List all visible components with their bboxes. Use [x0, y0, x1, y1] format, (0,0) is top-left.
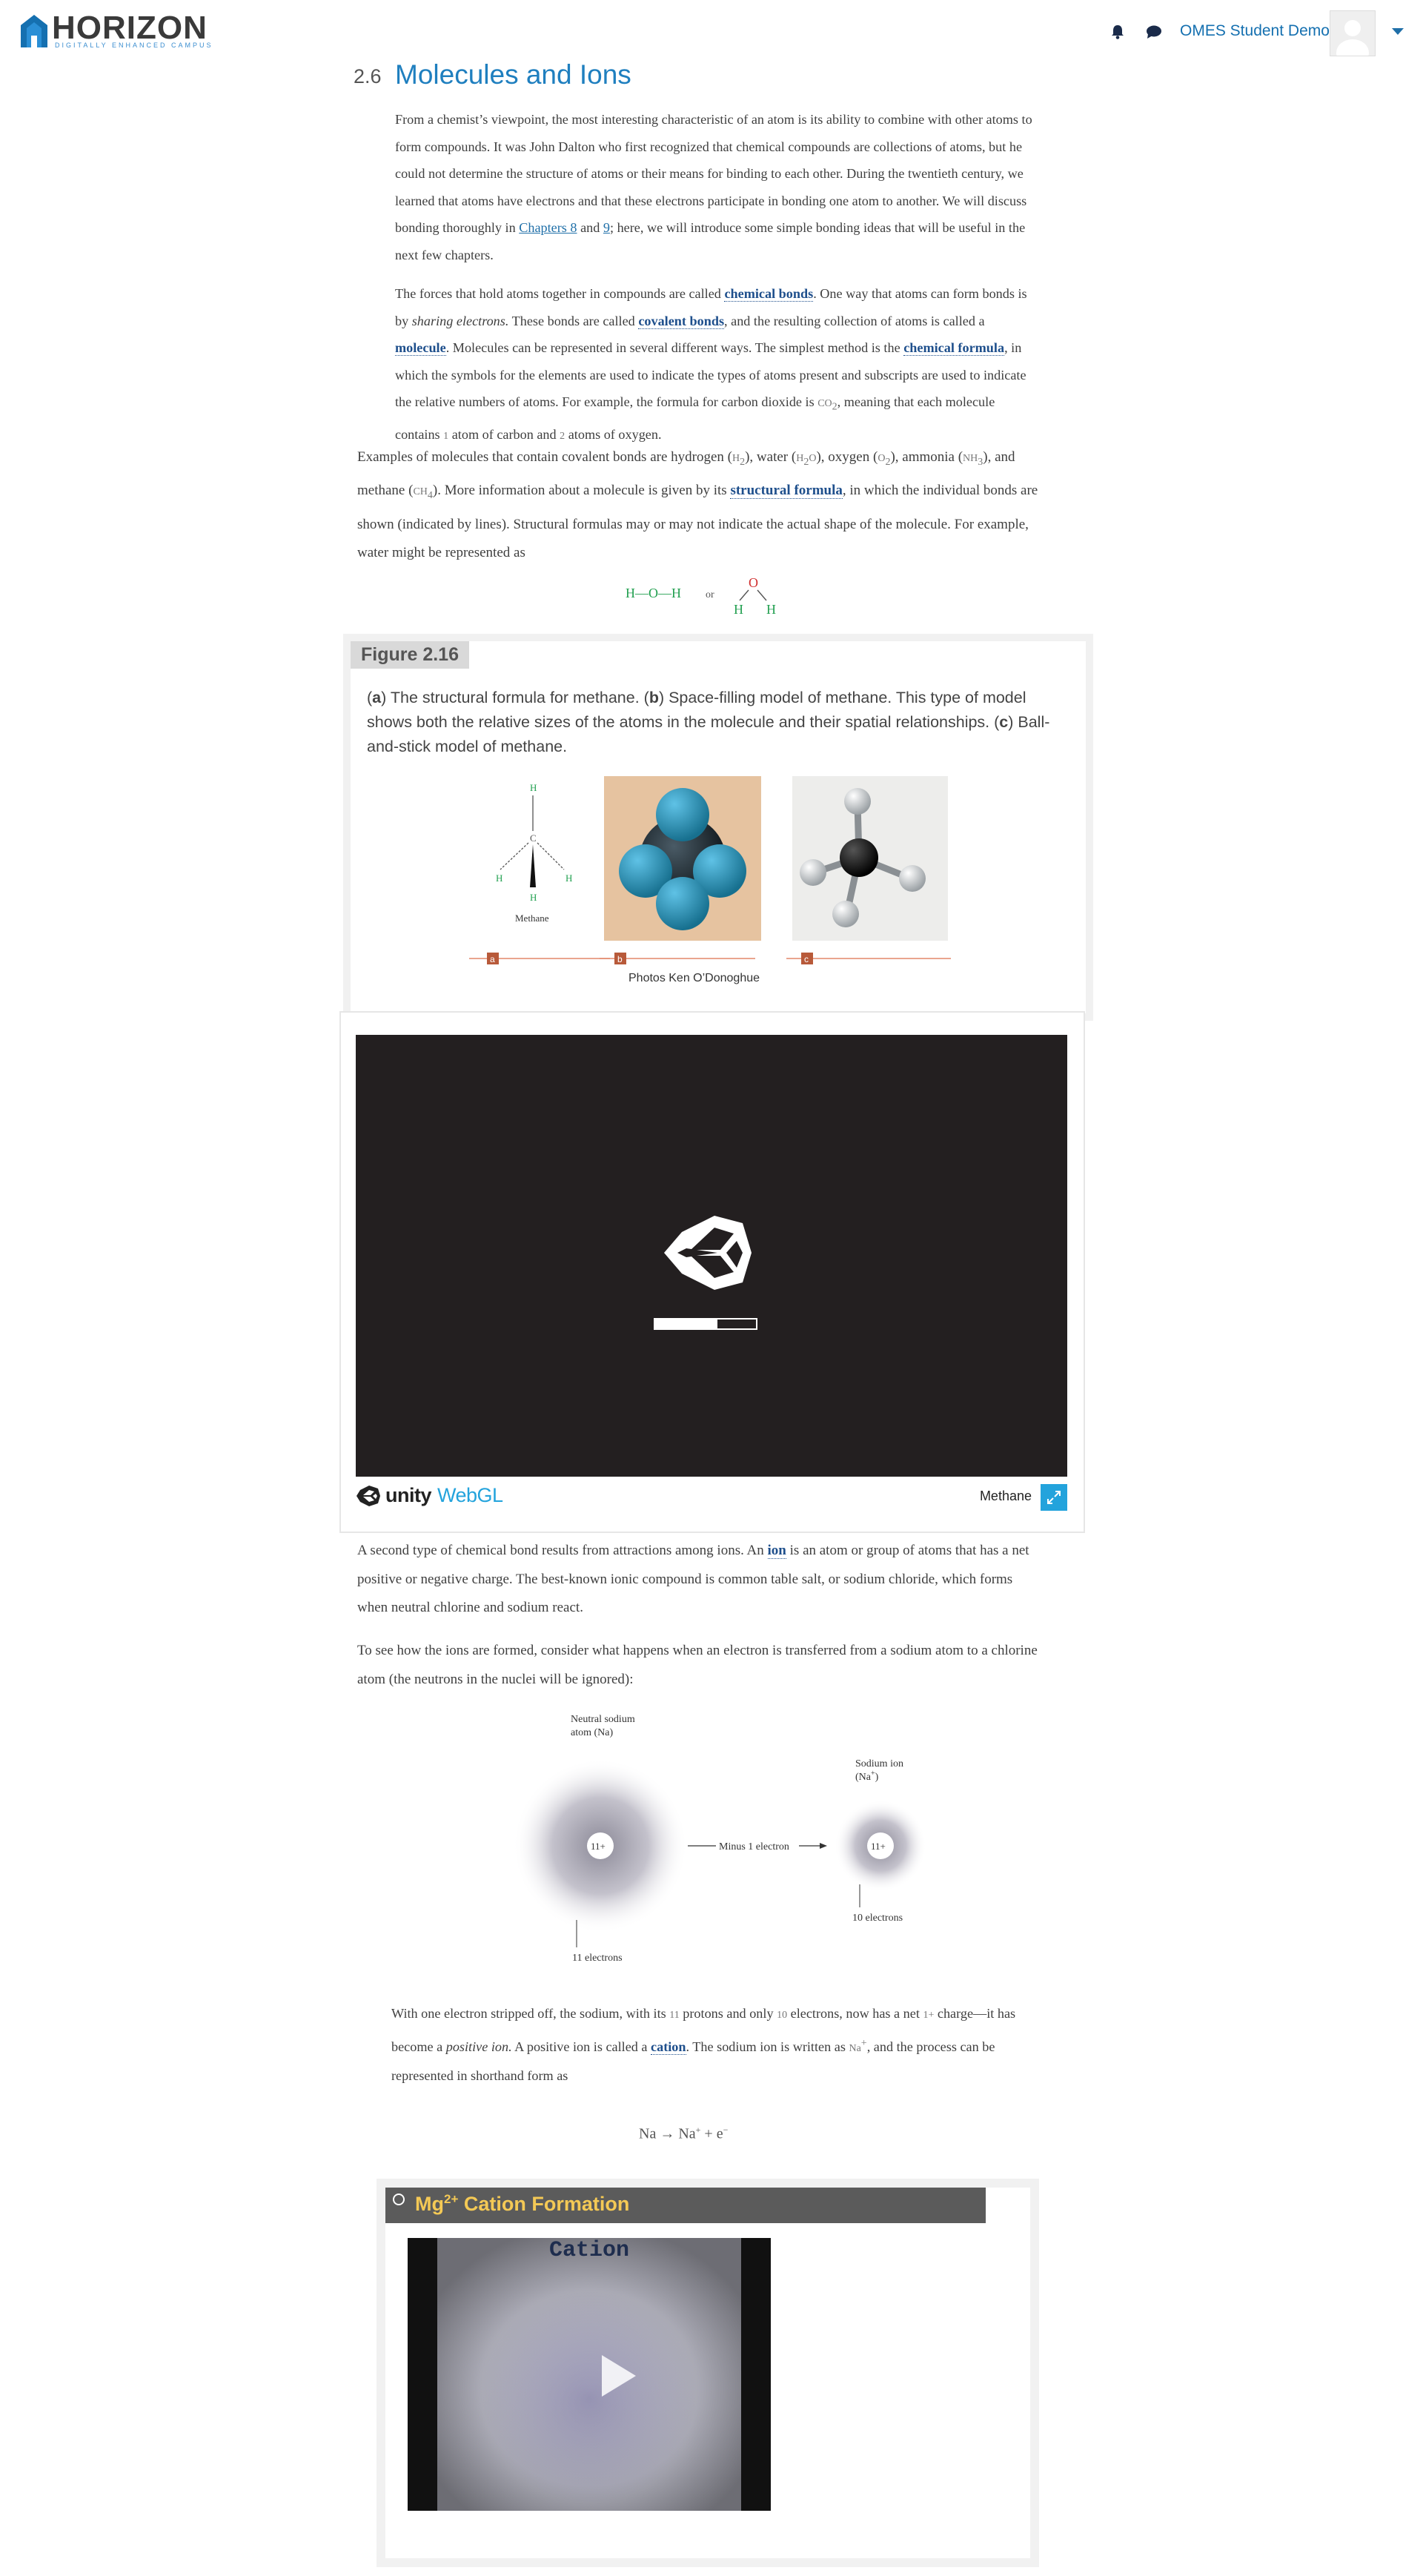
methane-structural-formula: H C H H H Methane [496, 782, 572, 924]
svg-text:Neutral sodium: Neutral sodium [571, 1714, 635, 1725]
water-linear-formula: H—O—H [626, 586, 681, 600]
figure-panel-tags: a b c [469, 953, 951, 964]
video-frame: Cation [437, 2238, 741, 2511]
figure-2-16: Figure 2.16 (a) The structural formula f… [343, 634, 1093, 1021]
figure-label: Figure 2.16 [351, 641, 469, 669]
section-title: Molecules and Ions [395, 59, 631, 90]
ion-formation-paragraph: To see how the ions are formed, consider… [357, 1643, 1038, 1687]
unity-brand: unity [385, 1484, 432, 1506]
water-structural-formula: H—O—H or O H H [626, 577, 776, 617]
fullscreen-button[interactable] [1041, 1484, 1067, 1511]
panel-tag-b: b [617, 954, 623, 964]
sodium-ionization-equation: Na → Na+ + e− [639, 2125, 729, 2142]
examples-paragraph: Examples of molecules that contain coval… [357, 449, 1038, 561]
bonds-paragraph: The forces that hold atoms together in c… [395, 286, 1027, 443]
unity-webgl-player: unity WebGL Methane [339, 1011, 1085, 1533]
cation-formation-video: Mg2+ Cation Formation Cation [377, 2179, 1039, 2567]
video-frame-caption: Cation [548, 2238, 630, 2263]
glossary-structural-formula[interactable]: structural formula [730, 483, 843, 500]
user-avatar[interactable] [1330, 10, 1376, 56]
svg-text:H: H [496, 873, 502, 884]
horizon-logo[interactable]: HORIZON DIGITALLY ENHANCED CAMPUS [19, 10, 219, 52]
house-logo-icon [21, 15, 47, 47]
default-avatar-icon [1330, 11, 1375, 56]
messages-chat-icon[interactable] [1146, 24, 1162, 39]
panel-tag-c: c [804, 954, 809, 964]
play-icon[interactable] [602, 2355, 636, 2397]
user-menu-chevron-down-icon[interactable] [1392, 28, 1404, 35]
glossary-molecule[interactable]: molecule [395, 340, 446, 356]
video-info-circle-icon[interactable] [393, 2193, 405, 2205]
sodium-ion-formation-diagram: Neutral sodium atom (Na) 11+ Minus 1 ele… [513, 1714, 926, 1964]
space-filling-model-image [604, 776, 761, 941]
chapters-8-link[interactable]: Chapters 8 [519, 220, 577, 235]
glossary-cation[interactable]: cation [651, 2039, 686, 2055]
or-label: or [706, 589, 714, 600]
methane-label: Methane [515, 913, 549, 924]
minus-one-electron-label: Minus 1 electron [719, 1841, 789, 1852]
video-thumbnail [437, 2238, 741, 2511]
svg-text:11 electrons: 11 electrons [572, 1953, 623, 1964]
svg-text:H: H [565, 873, 572, 884]
video-title: Mg2+ Cation Formation [415, 2192, 630, 2215]
panel-tag-a: a [490, 954, 495, 964]
svg-text:C: C [530, 832, 537, 844]
video-title-bar: Mg2+ Cation Formation [385, 2188, 986, 2223]
brand-tagline: DIGITALLY ENHANCED CAMPUS [55, 42, 213, 49]
svg-text:(Na+): (Na+) [855, 1769, 879, 1783]
svg-text:H: H [530, 892, 537, 903]
section-number: 2.6 [354, 65, 382, 87]
svg-text:H: H [530, 782, 537, 793]
glossary-ion[interactable]: ion [767, 1543, 786, 1559]
svg-text:11+: 11+ [591, 1841, 606, 1852]
ion-paragraph: A second type of chemical bond results f… [357, 1543, 1029, 1615]
svg-text:Sodium ion: Sodium ion [855, 1758, 903, 1769]
chapter-9-link[interactable]: 9 [603, 220, 610, 235]
unity-footer: unity WebGL Methane [356, 1481, 1067, 1511]
unity-logo-icon [356, 1486, 380, 1506]
top-navbar: HORIZON DIGITALLY ENHANCED CAMPUS OMES S… [0, 0, 1423, 64]
ball-and-stick-model-image [792, 776, 948, 941]
glossary-covalent-bonds[interactable]: covalent bonds [638, 313, 725, 329]
notifications-bell-icon[interactable] [1110, 24, 1125, 39]
svg-text:11+: 11+ [871, 1841, 886, 1852]
glossary-chemical-formula[interactable]: chemical formula [903, 340, 1005, 356]
figure-caption: (a) The structural formula for methane. … [367, 689, 1050, 755]
video-player[interactable]: Cation [408, 2238, 771, 2511]
hydrogen-atom-label: H [766, 602, 776, 617]
cation-paragraph: With one electron stripped off, the sodi… [391, 2006, 1016, 2084]
intro-paragraph: From a chemist’s viewpoint, the most int… [395, 112, 1032, 262]
user-name-link[interactable]: OMES Student Demo [1180, 22, 1330, 40]
loading-progress-bar [654, 1318, 757, 1330]
brand-name: HORIZON [52, 10, 208, 46]
oxygen-atom-label: O [749, 577, 758, 590]
webgl-brand: WebGL [437, 1484, 503, 1506]
unity-canvas[interactable] [356, 1035, 1067, 1477]
svg-text:10 electrons: 10 electrons [852, 1913, 903, 1924]
unity-cube-logo-icon [664, 1216, 752, 1290]
svg-text:atom (Na): atom (Na) [571, 1727, 613, 1738]
fullscreen-expand-icon [1047, 1491, 1061, 1504]
photo-credit: Photos Ken O’Donoghue [628, 972, 760, 984]
game-title: Methane [979, 1489, 1032, 1503]
user-menu-area: OMES Student Demo [1052, 0, 1423, 64]
hydrogen-atom-label: H [734, 602, 743, 617]
glossary-chemical-bonds[interactable]: chemical bonds [724, 286, 814, 302]
